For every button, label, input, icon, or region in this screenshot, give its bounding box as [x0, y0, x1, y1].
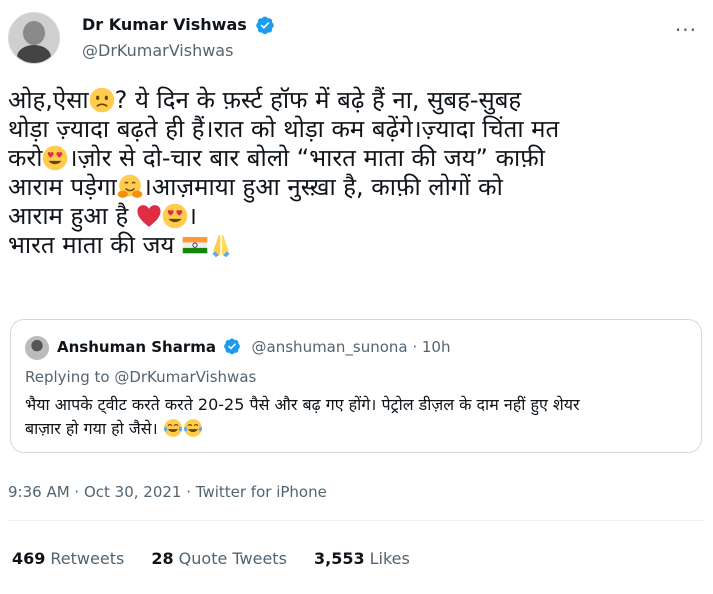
- quoted-author-avatar[interactable]: [25, 336, 49, 360]
- heart-eyes-emoji-icon: [43, 145, 68, 171]
- quoted-tweet-text: भैया आपके ट्वीट करते करते 20-25 पैसे और …: [25, 393, 689, 441]
- verified-badge-icon: [223, 337, 241, 355]
- tweet-text-segment: ।आज़माया हुआ नुस्ख़ा है, काफ़ी लोगों को: [142, 173, 503, 201]
- author-avatar[interactable]: [8, 12, 60, 64]
- tweet-stats: 469 Retweets 28 Quote Tweets 3,553 Likes: [12, 548, 432, 570]
- quoted-text-segment: भैया आपके ट्वीट करते करते 20-25 पैसे और …: [25, 395, 580, 414]
- stat-quote-tweets[interactable]: 28 Quote Tweets: [151, 548, 287, 570]
- tweet-text-segment: ।ज़ोर से दो-चार बार बोलो “भारत माता की ज…: [68, 144, 545, 172]
- stat-number: 28: [151, 549, 174, 568]
- quoted-text-segment: बाज़ार हो गया हो जैसे।: [25, 419, 163, 438]
- author-handle[interactable]: @DrKumarVishwas: [82, 40, 233, 62]
- tweet-text-segment: आराम हुआ है: [8, 202, 136, 230]
- tears-of-joy-emoji-icon: [163, 419, 182, 437]
- tears-of-joy-emoji-icon: [183, 419, 202, 437]
- heart-eyes-emoji-icon: [162, 203, 188, 229]
- tweet-text-segment: थोड़ा ज़्यादा बढ़ते ही हैं।रात को थोड़ा …: [8, 115, 560, 143]
- india-flag-emoji-icon: [182, 237, 208, 254]
- tweet-text-segment: ? ये दिन के फ़र्स्ट हॉफ में बढ़े हैं ना,…: [114, 86, 522, 114]
- stat-likes[interactable]: 3,553 Likes: [314, 548, 410, 570]
- verified-badge-icon: [255, 15, 275, 35]
- more-options-icon[interactable]: ···: [675, 18, 697, 42]
- quoted-tweet-header: Anshuman Sharma @anshuman_sunona · 10h: [57, 336, 451, 358]
- stat-retweets[interactable]: 469 Retweets: [12, 548, 124, 570]
- hugging-face-emoji-icon: [117, 174, 143, 198]
- tweet-text-segment: करो: [8, 144, 43, 172]
- stat-label: Retweets: [50, 549, 125, 568]
- red-heart-emoji-icon: [137, 205, 161, 227]
- tweet-text-segment: ओह,ऐसा: [8, 86, 89, 114]
- stat-label: Quote Tweets: [178, 549, 287, 568]
- tweet-text-segment: आराम पड़ेगा: [8, 173, 117, 201]
- tweet-text-segment: भारत माता की जय: [8, 231, 182, 259]
- tweet-text-segment: ।: [187, 202, 197, 230]
- divider: [8, 520, 705, 521]
- stat-number: 3,553: [314, 549, 365, 568]
- quoted-author-name[interactable]: Anshuman Sharma: [57, 338, 216, 356]
- tweet-header: Dr Kumar Vishwas @DrKumarVishwas ···: [8, 8, 705, 68]
- quoted-tweet[interactable]: Anshuman Sharma @anshuman_sunona · 10h R…: [10, 319, 702, 453]
- worried-face-emoji-icon: [89, 87, 114, 113]
- author-name-row[interactable]: Dr Kumar Vishwas: [82, 14, 275, 36]
- author-name[interactable]: Dr Kumar Vishwas: [82, 14, 247, 36]
- replying-to: Replying to @DrKumarVishwas: [25, 367, 256, 387]
- stat-label: Likes: [369, 549, 410, 568]
- stat-number: 469: [12, 549, 46, 568]
- tweet-text: ओह,ऐसा ? ये दिन के फ़र्स्ट हॉफ में बढ़े ह…: [8, 86, 698, 260]
- replying-to-handle[interactable]: @DrKumarVishwas: [114, 368, 256, 386]
- replying-to-label: Replying to: [25, 368, 115, 386]
- tweet-timestamp-source[interactable]: 9:36 AM · Oct 30, 2021 · Twitter for iPh…: [8, 482, 327, 502]
- folded-hands-emoji-icon: [212, 234, 230, 258]
- quoted-author-handle[interactable]: @anshuman_sunona · 10h: [252, 338, 451, 356]
